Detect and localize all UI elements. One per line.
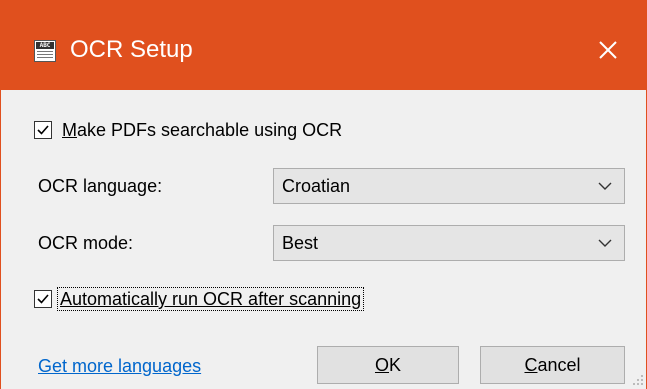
auto-run-label: Automatically run OCR after scanning — [56, 287, 365, 311]
ocr-abc-icon: ABC — [34, 40, 56, 62]
get-more-languages-link[interactable]: Get more languages — [38, 355, 201, 377]
checkmark-icon — [37, 294, 49, 304]
ocr-language-value: Croatian — [282, 176, 351, 196]
chevron-down-icon — [598, 182, 612, 190]
ocr-mode-select[interactable]: Best — [273, 225, 625, 261]
make-searchable-label: Make PDFs searchable using OCR — [62, 120, 343, 140]
make-searchable-checkbox[interactable]: Make PDFs searchable using OCR — [34, 117, 342, 143]
ocr-language-label: OCR language: — [38, 176, 163, 196]
checkmark-icon — [37, 125, 49, 135]
chevron-down-icon — [598, 239, 612, 247]
window-title: OCR Setup — [70, 36, 193, 63]
ocr-setup-dialog: ABC OCR Setup Make PDFs searchable using… — [0, 0, 647, 389]
ocr-mode-label: OCR mode: — [38, 233, 134, 253]
auto-run-ocr-checkbox[interactable]: Automatically run OCR after scanning — [34, 286, 365, 312]
resize-grip-icon[interactable] — [631, 373, 645, 387]
cancel-button[interactable]: Cancel — [480, 346, 625, 384]
ocr-mode-value: Best — [282, 233, 319, 253]
title-bar[interactable]: ABC OCR Setup — [0, 0, 647, 90]
auto-run-check-box[interactable] — [34, 290, 52, 308]
close-button[interactable] — [588, 30, 628, 70]
ok-button[interactable]: OK — [317, 346, 459, 384]
close-icon — [599, 41, 617, 59]
make-searchable-check-box[interactable] — [34, 121, 52, 139]
ocr-language-select[interactable]: Croatian — [273, 168, 625, 204]
